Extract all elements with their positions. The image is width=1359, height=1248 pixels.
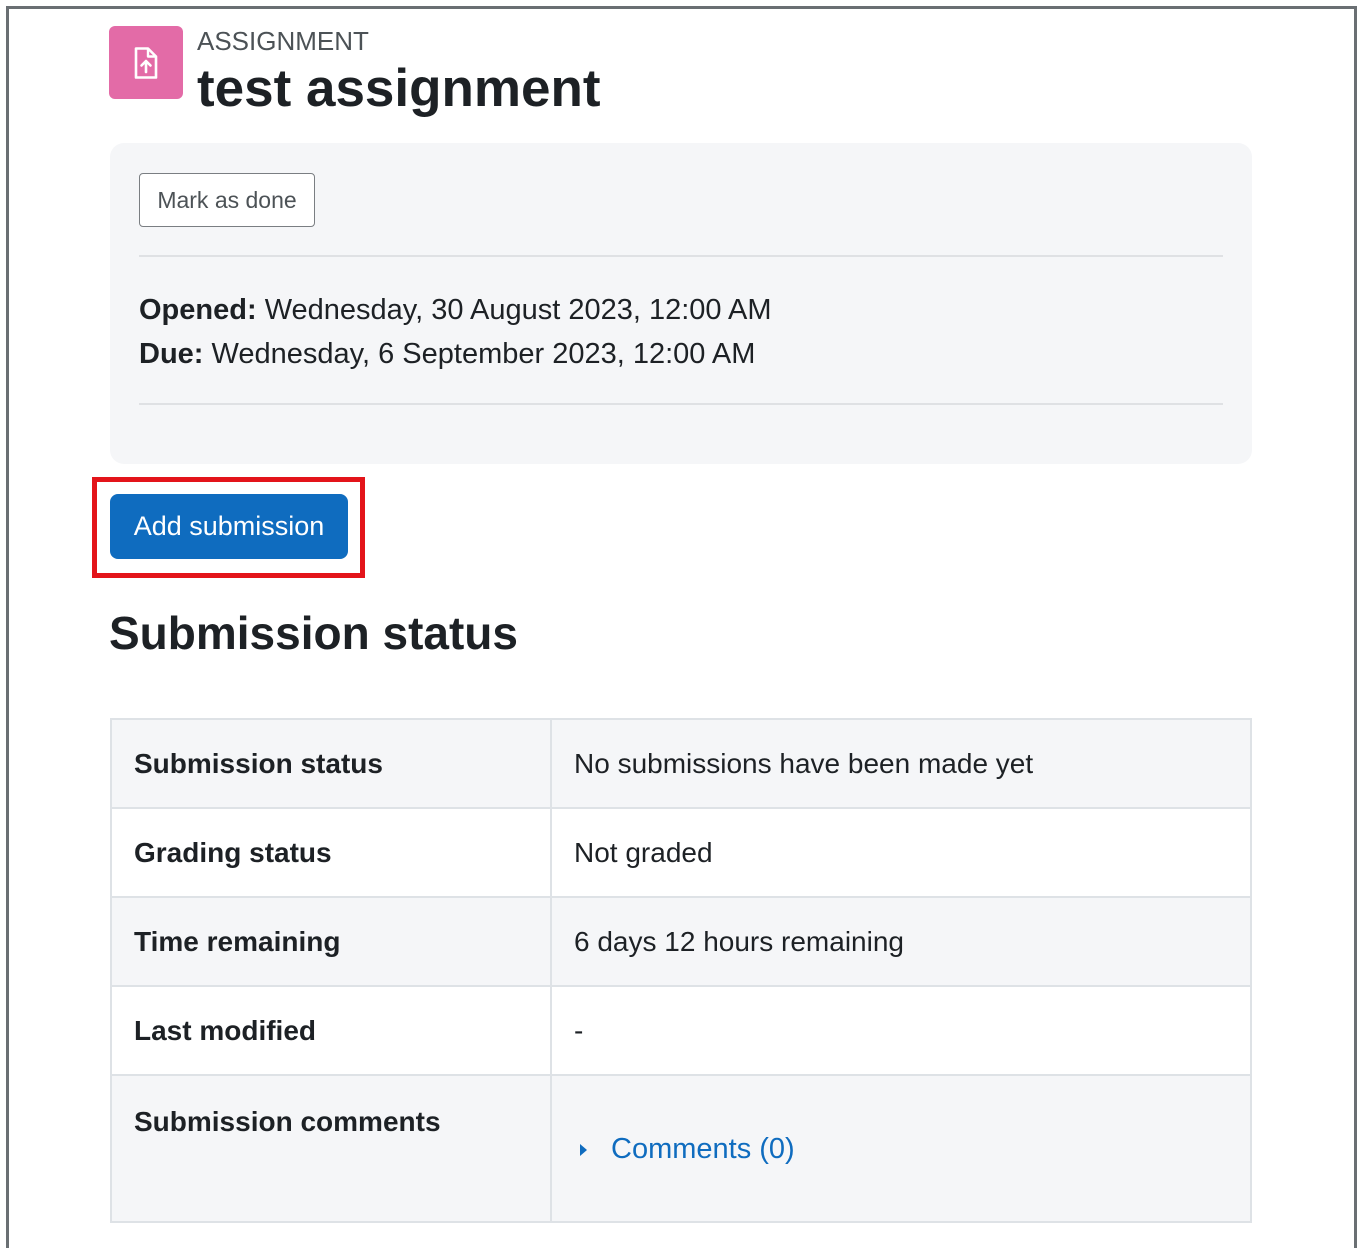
table-row: Grading status Not graded bbox=[110, 807, 1252, 898]
row-label: Grading status bbox=[110, 807, 552, 898]
caret-right-icon bbox=[580, 1143, 587, 1156]
due-label: Due: bbox=[139, 338, 204, 370]
add-submission-button[interactable]: Add submission bbox=[110, 494, 348, 559]
comments-link[interactable]: Comments (0) bbox=[580, 1133, 795, 1166]
row-label: Time remaining bbox=[110, 896, 552, 987]
file-upload-icon bbox=[134, 46, 158, 79]
row-label: Submission status bbox=[110, 718, 552, 809]
due-value: Wednesday, 6 September 2023, 12:00 AM bbox=[211, 338, 756, 370]
row-value: No submissions have been made yet bbox=[550, 718, 1252, 809]
row-value: Not graded bbox=[550, 807, 1252, 898]
table-row: Last modified - bbox=[110, 985, 1252, 1076]
submission-status-heading: Submission status bbox=[109, 607, 518, 659]
table-row: Time remaining 6 days 12 hours remaining bbox=[110, 896, 1252, 987]
table-row: Submission comments Comments (0) bbox=[110, 1074, 1252, 1223]
opened-label: Opened: bbox=[139, 294, 257, 326]
opened-value: Wednesday, 30 August 2023, 12:00 AM bbox=[264, 294, 772, 326]
row-label: Submission comments bbox=[110, 1074, 552, 1223]
divider bbox=[139, 255, 1223, 257]
table-row: Submission status No submissions have be… bbox=[110, 718, 1252, 809]
activity-information-card: Mark as done Opened: Wednesday, 30 Augus… bbox=[110, 143, 1252, 464]
comments-link-label: Comments (0) bbox=[611, 1133, 795, 1166]
submission-status-table: Submission status No submissions have be… bbox=[110, 718, 1252, 1223]
mark-as-done-button[interactable]: Mark as done bbox=[139, 173, 315, 227]
row-value: 6 days 12 hours remaining bbox=[550, 896, 1252, 987]
row-value: - bbox=[550, 985, 1252, 1076]
row-value: Comments (0) bbox=[550, 1074, 1252, 1223]
row-label: Last modified bbox=[110, 985, 552, 1076]
activity-type-label: ASSIGNMENT bbox=[197, 26, 369, 56]
page-title: test assignment bbox=[197, 59, 601, 118]
assignment-activity-icon bbox=[109, 26, 183, 99]
due-date: Due: Wednesday, 6 September 2023, 12:00 … bbox=[139, 338, 755, 371]
divider bbox=[139, 403, 1223, 405]
opened-date: Opened: Wednesday, 30 August 2023, 12:00… bbox=[139, 294, 771, 327]
